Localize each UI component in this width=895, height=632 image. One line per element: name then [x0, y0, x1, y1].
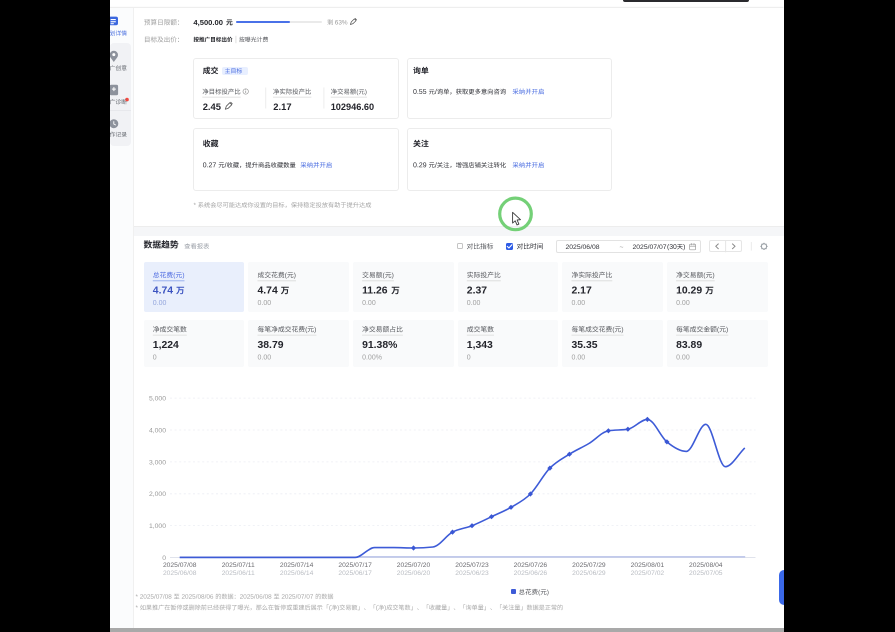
- svg-text:2.17: 2.17: [273, 101, 291, 112]
- svg-text:2,000: 2,000: [149, 491, 166, 498]
- svg-text:35.35: 35.35: [572, 340, 598, 351]
- svg-text:1,343: 1,343: [467, 340, 493, 351]
- svg-text:4.74: 4.74: [153, 286, 173, 297]
- svg-text:1,000: 1,000: [149, 523, 166, 530]
- svg-text:0.00: 0.00: [258, 354, 272, 361]
- svg-text:2025/06/20: 2025/06/20: [397, 570, 431, 577]
- svg-text:2025/06/14: 2025/06/14: [280, 570, 314, 577]
- svg-text:2025/07/29: 2025/07/29: [572, 562, 606, 569]
- svg-text:2025/07/14: 2025/07/14: [280, 562, 314, 569]
- svg-text:2025/07/23: 2025/07/23: [455, 562, 489, 569]
- svg-text:0.00: 0.00: [572, 300, 586, 307]
- svg-text:2025/07/08: 2025/07/08: [163, 562, 197, 569]
- svg-text:2025/06/29: 2025/06/29: [572, 570, 606, 577]
- svg-text:0.00%: 0.00%: [362, 354, 382, 361]
- svg-text:2025/08/04: 2025/08/04: [689, 562, 723, 569]
- svg-text:91.38%: 91.38%: [362, 340, 397, 351]
- svg-text:2025/07/02: 2025/07/02: [631, 570, 665, 577]
- svg-text:0.00: 0.00: [153, 300, 167, 307]
- svg-text:2025/07/11: 2025/07/11: [222, 562, 255, 569]
- svg-text:2025/06/26: 2025/06/26: [514, 570, 548, 577]
- svg-text:4.74: 4.74: [258, 286, 278, 297]
- svg-text:2025/07/05: 2025/07/05: [689, 570, 723, 577]
- svg-text:2025/07/07: 2025/07/07: [633, 244, 667, 251]
- svg-text:3,000: 3,000: [149, 459, 166, 466]
- svg-text:0: 0: [467, 354, 471, 361]
- svg-text:2025/06/11: 2025/06/11: [222, 570, 255, 577]
- svg-text:2.37: 2.37: [467, 286, 487, 297]
- svg-text:0.00: 0.00: [467, 300, 481, 307]
- svg-text:2025/06/08: 2025/06/08: [566, 244, 600, 251]
- svg-text:11.26: 11.26: [362, 286, 388, 297]
- svg-text:0: 0: [153, 354, 157, 361]
- svg-text:2025/08/01: 2025/08/01: [631, 562, 665, 569]
- svg-text:0: 0: [162, 555, 166, 562]
- svg-text:2025/07/20: 2025/07/20: [397, 562, 431, 569]
- svg-text:0.00: 0.00: [258, 300, 272, 307]
- svg-text:2025/06/17: 2025/06/17: [338, 570, 372, 577]
- svg-text:4,000: 4,000: [149, 427, 166, 434]
- svg-text:2025/07/17: 2025/07/17: [338, 562, 372, 569]
- svg-text:2025/06/08: 2025/06/08: [163, 570, 197, 577]
- svg-text:1,224: 1,224: [153, 340, 179, 351]
- svg-text:2025/07/26: 2025/07/26: [514, 562, 548, 569]
- svg-text:5,000: 5,000: [149, 396, 166, 403]
- svg-text:38.79: 38.79: [258, 340, 284, 351]
- svg-text:0.00: 0.00: [362, 300, 376, 307]
- svg-text:102946.60: 102946.60: [331, 102, 374, 112]
- svg-text:~: ~: [620, 244, 624, 251]
- svg-text:63%: 63%: [335, 20, 348, 27]
- svg-text:0.00: 0.00: [676, 300, 690, 307]
- svg-text:0.00: 0.00: [676, 354, 690, 361]
- svg-text:83.89: 83.89: [676, 340, 702, 351]
- svg-text:2.45: 2.45: [203, 101, 221, 112]
- svg-text:2.17: 2.17: [572, 286, 592, 297]
- svg-text:2025/06/23: 2025/06/23: [455, 570, 489, 577]
- svg-text:4,500.00: 4,500.00: [193, 18, 223, 27]
- svg-text:10.29: 10.29: [676, 286, 702, 297]
- svg-text:0.00: 0.00: [572, 354, 586, 361]
